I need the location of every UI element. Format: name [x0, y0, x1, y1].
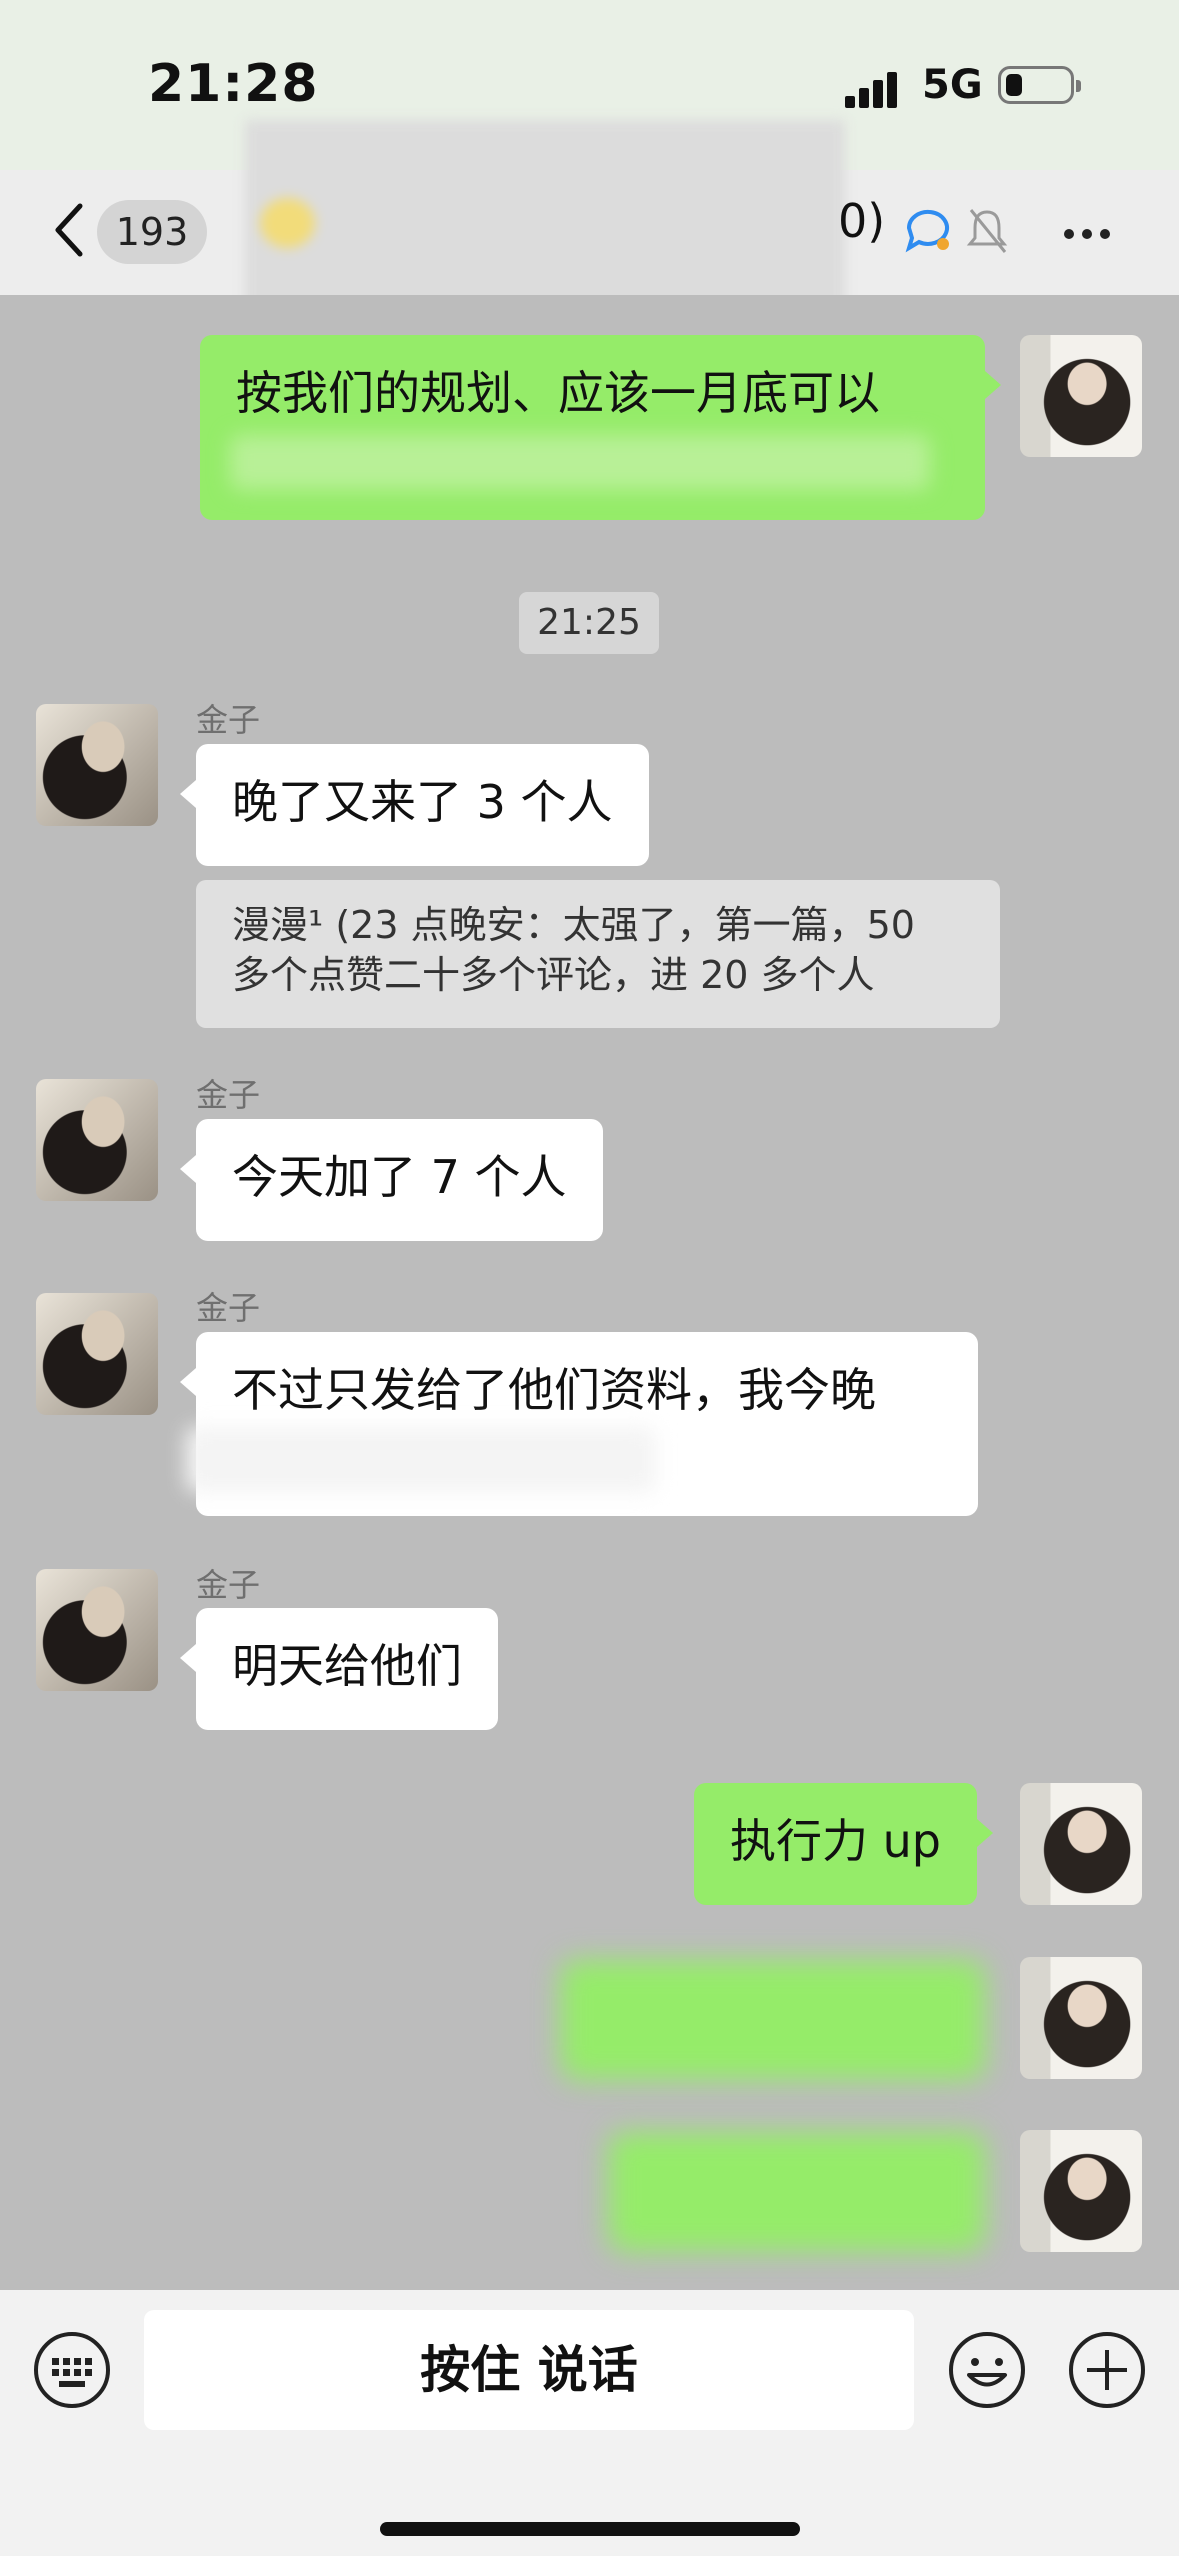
sender-avatar[interactable]: [36, 1079, 158, 1201]
sender-avatar[interactable]: [36, 1569, 158, 1691]
message-bubble[interactable]: 明天给他们: [180, 1608, 498, 1730]
my-avatar[interactable]: [1020, 2130, 1142, 2252]
mute-bell-icon: [966, 209, 1008, 253]
sender-avatar[interactable]: [36, 704, 158, 826]
message-bubble[interactable]: 晚了又来了 3 个人: [180, 744, 649, 866]
home-indicator: [380, 2522, 800, 2536]
ai-chat-icon[interactable]: [903, 206, 953, 254]
redacted-text: [230, 435, 930, 490]
sender-avatar[interactable]: [36, 1293, 158, 1415]
input-bar: 按住 说话: [0, 2290, 1179, 2556]
message-text: 执行力 up: [730, 1814, 941, 1868]
hold-to-talk-button[interactable]: 按住 说话: [144, 2310, 914, 2430]
back-chevron-icon[interactable]: [50, 200, 90, 260]
network-label: 5G: [922, 62, 983, 108]
sender-name: 金子: [196, 701, 261, 739]
redacted-text: [186, 1427, 656, 1492]
more-icon[interactable]: [1064, 224, 1118, 243]
message-bubble[interactable]: 今天加了 7 个人: [180, 1119, 603, 1241]
sender-name: 金子: [196, 1566, 261, 1604]
message-text: 明天给他们: [232, 1639, 462, 1693]
message-bubble[interactable]: 不过只发给了他们资料，我今晚: [180, 1332, 978, 1516]
chat-title-redacted: [245, 120, 845, 310]
signal-icon: [845, 68, 905, 108]
message-text: 今天加了 7 个人: [232, 1150, 567, 1204]
own-message-bubble[interactable]: 按我们的规划、应该一月底可以: [200, 335, 1001, 520]
my-avatar[interactable]: [1020, 1783, 1142, 1905]
sender-name: 金子: [196, 1289, 261, 1327]
emoji-icon[interactable]: [947, 2330, 1027, 2410]
chat-title-tail: 0): [838, 194, 886, 248]
status-time: 21:28: [148, 54, 319, 114]
my-avatar[interactable]: [1020, 1957, 1142, 2079]
battery-icon: [998, 66, 1081, 104]
message-text: 晚了又来了 3 个人: [232, 775, 613, 829]
unread-badge[interactable]: 193: [97, 200, 207, 264]
message-text: 不过只发给了他们资料，我今晚: [232, 1363, 876, 1417]
my-avatar[interactable]: [1020, 335, 1142, 457]
own-message-redacted[interactable]: [608, 2132, 985, 2252]
time-divider: 21:25: [519, 592, 659, 654]
keyboard-icon[interactable]: [32, 2330, 112, 2410]
message-text: 按我们的规划、应该一月底可以: [236, 366, 880, 420]
own-message-redacted[interactable]: [560, 1960, 985, 2080]
chat-header: 193 0): [0, 120, 1179, 310]
sender-name: 金子: [196, 1076, 261, 1114]
plus-icon[interactable]: [1067, 2330, 1147, 2410]
quoted-message[interactable]: 漫漫¹ (23 点晚安：太强了，第一篇，50 多个点赞二十多个评论，进 20 多…: [196, 880, 1000, 1028]
own-message-bubble[interactable]: 执行力 up: [694, 1783, 993, 1905]
